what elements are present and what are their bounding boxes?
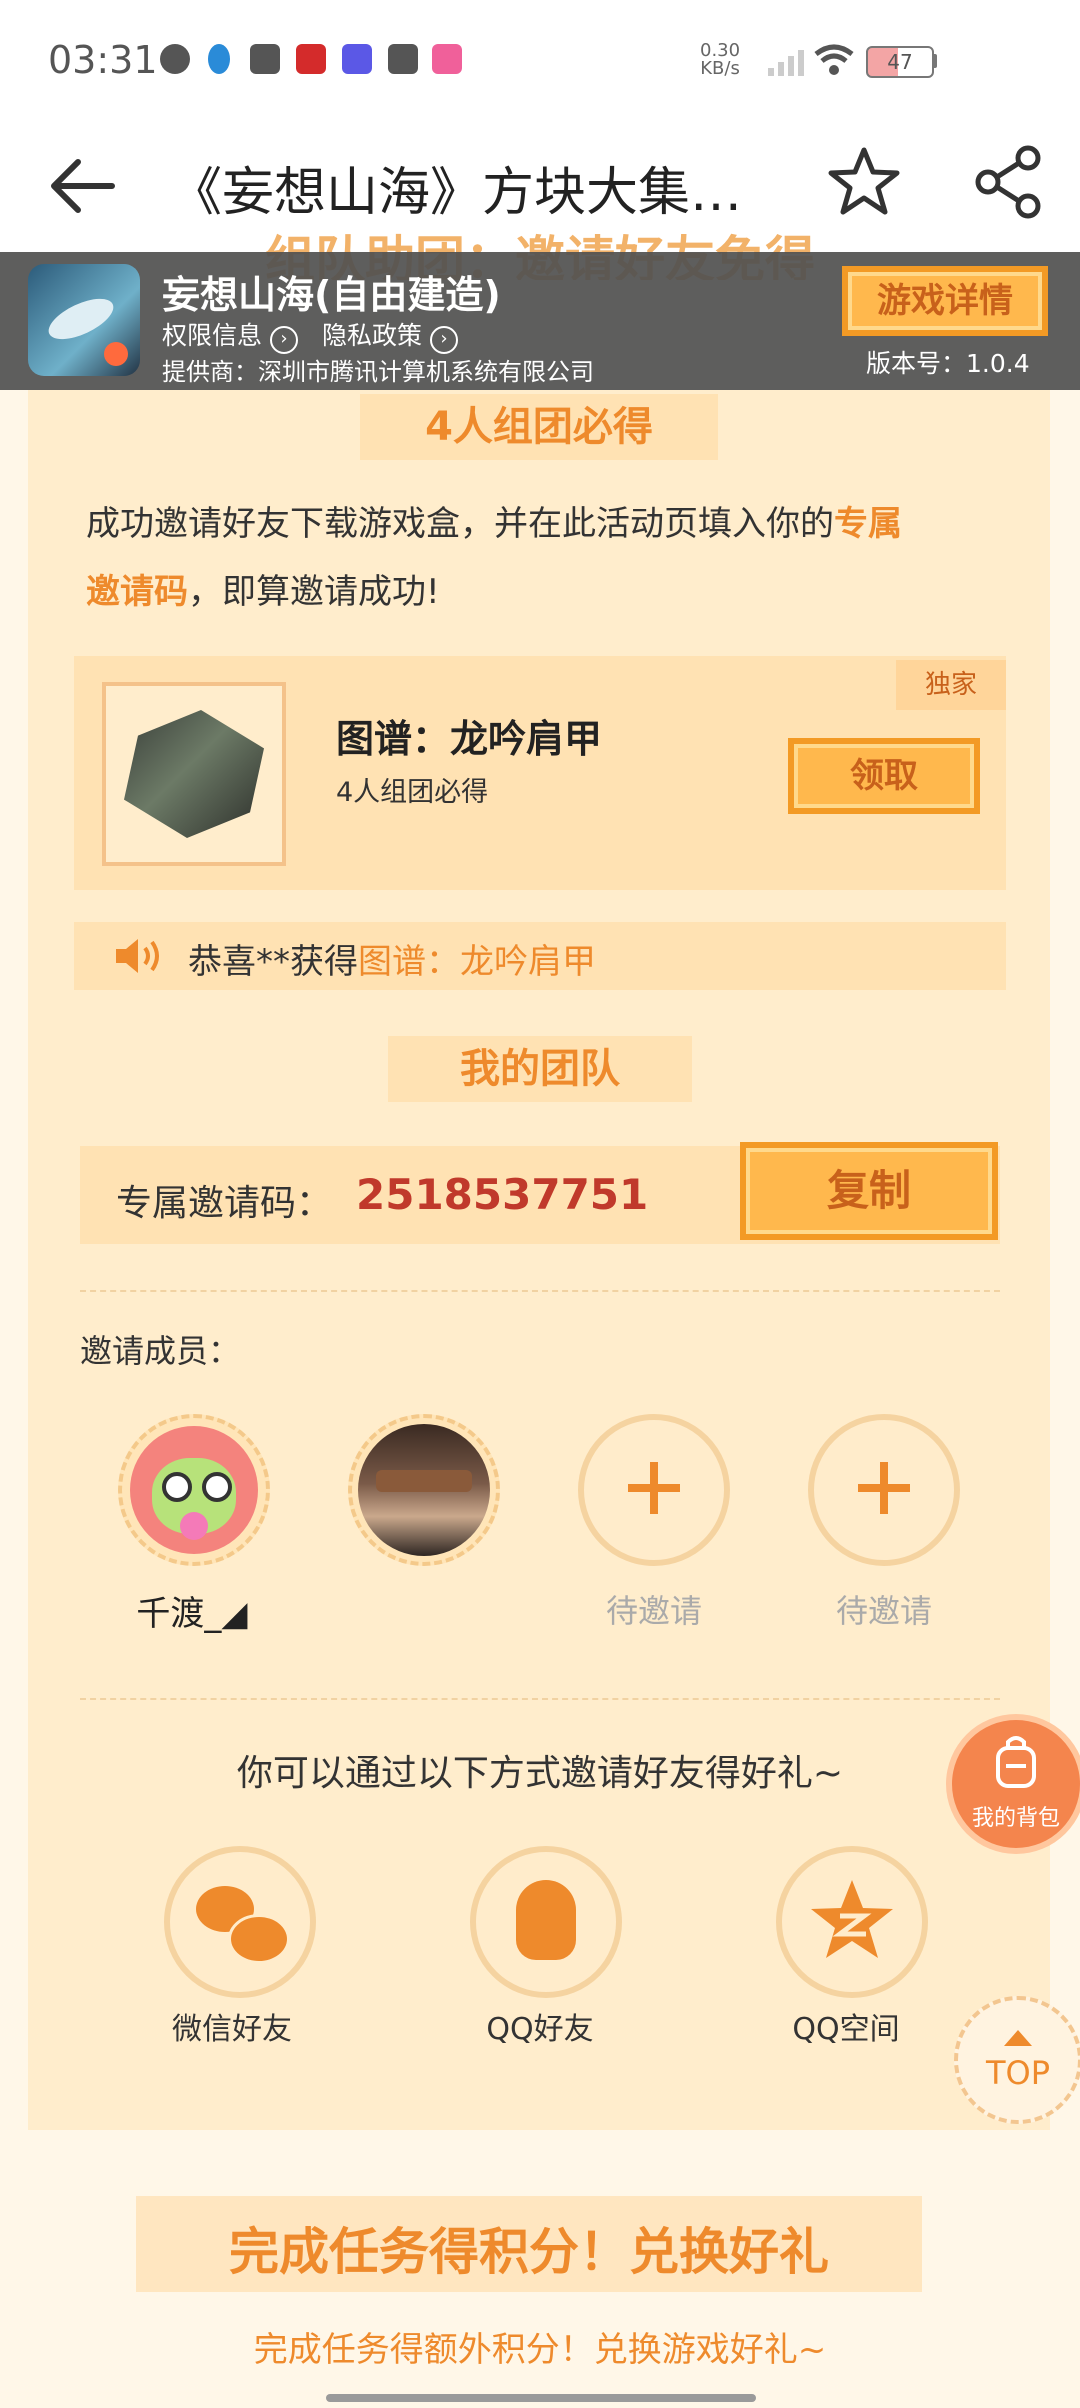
home-indicator bbox=[326, 2394, 756, 2402]
backpack-button[interactable]: 我的背包 bbox=[952, 1720, 1080, 1848]
play-icon bbox=[160, 44, 190, 74]
wifi-icon bbox=[814, 44, 854, 75]
chevron-right-icon: › bbox=[429, 326, 458, 354]
winner-ticker: 恭喜**获得图谱：龙吟肩甲 bbox=[74, 922, 1006, 990]
team-tag: 我的团队 bbox=[388, 1036, 692, 1102]
invite-description: 成功邀请好友下载游戏盒，并在此活动页填入你的专属 邀请码，即算邀请成功! bbox=[86, 504, 902, 612]
qzone-share-button[interactable] bbox=[776, 1846, 928, 1998]
video-icon bbox=[388, 44, 418, 74]
pending-invite-label: 待邀请 bbox=[835, 1592, 932, 1630]
candy-avatar[interactable] bbox=[118, 1414, 270, 1566]
star-icon[interactable] bbox=[826, 144, 902, 220]
copy-button[interactable]: 复制 bbox=[740, 1142, 998, 1240]
qidian-icon bbox=[296, 44, 326, 74]
privacy-link[interactable]: 隐私政策 › bbox=[322, 316, 458, 354]
game-icon[interactable] bbox=[28, 264, 140, 376]
version-text: 版本号：1.0.4 bbox=[866, 349, 1030, 378]
divider bbox=[80, 1290, 1000, 1292]
battery-icon: 47 bbox=[866, 46, 934, 78]
permission-link[interactable]: 权限信息 › bbox=[162, 316, 298, 354]
portrait-avatar[interactable] bbox=[348, 1414, 500, 1566]
share-icon[interactable] bbox=[972, 144, 1044, 220]
tasks-subtitle: 完成任务得额外积分！兑换游戏好礼~ bbox=[253, 2330, 827, 2370]
speaker-icon bbox=[116, 939, 159, 973]
claim-button[interactable]: 领取 bbox=[788, 738, 980, 814]
message-icon bbox=[250, 44, 280, 74]
reward-image bbox=[102, 682, 286, 866]
ticker-text: 恭喜**获得图谱：龙吟肩甲 bbox=[188, 942, 596, 982]
battery-tip bbox=[932, 54, 937, 68]
share-label: QQ好友 bbox=[486, 2012, 594, 2047]
reward-subtitle: 4人组团必得 bbox=[336, 777, 489, 808]
invite-slot-4[interactable] bbox=[808, 1414, 960, 1566]
signal-icon bbox=[768, 50, 804, 76]
status-time: 03:31 bbox=[48, 38, 158, 82]
section-tag: 4人组团必得 bbox=[360, 394, 718, 460]
divider bbox=[80, 1698, 1000, 1700]
reward-title: 图谱：龙吟肩甲 bbox=[336, 717, 603, 761]
game-info-bar: 妄想山海(自由建造) 权限信息 › 隐私政策 › 提供商：深圳市腾讯计算机系统有… bbox=[0, 252, 1080, 390]
battery-level: 47 bbox=[887, 50, 913, 74]
exclusive-badge: 独家 bbox=[896, 660, 1006, 710]
canva-icon bbox=[342, 44, 372, 74]
tasks-title-banner: 完成任务得积分！兑换好礼 bbox=[136, 2196, 922, 2292]
share-prompt: 你可以通过以下方式邀请好友得好礼~ bbox=[236, 1753, 844, 1794]
invite-code-row: 专属邀请码： 2518537751 复制 bbox=[80, 1142, 1000, 1244]
invite-code-value: 2518537751 bbox=[356, 1170, 649, 1219]
app-icon bbox=[432, 44, 462, 74]
wechat-share-button[interactable] bbox=[164, 1846, 316, 1998]
qq-icon bbox=[208, 44, 230, 74]
top-label: TOP bbox=[985, 2054, 1051, 2092]
game-name: 妄想山海(自由建造) bbox=[162, 273, 501, 317]
qq-share-button[interactable] bbox=[470, 1846, 622, 1998]
game-detail-button[interactable]: 游戏详情 bbox=[842, 266, 1048, 336]
share-label: QQ空间 bbox=[792, 2012, 900, 2047]
chevron-right-icon: › bbox=[269, 326, 298, 354]
page-title: 《妄想山海》方块大集… bbox=[170, 163, 743, 223]
scroll-top-button[interactable]: TOP bbox=[954, 1996, 1080, 2124]
invite-slot-3[interactable] bbox=[578, 1414, 730, 1566]
invite-code-label: 专属邀请码： bbox=[116, 1183, 333, 1224]
share-label: 微信好友 bbox=[172, 2012, 292, 2047]
reward-card: 独家 图谱：龙吟肩甲 4人组团必得 领取 bbox=[74, 656, 1006, 890]
backpack-icon bbox=[996, 1736, 1036, 1788]
members-label: 邀请成员： bbox=[80, 1332, 241, 1370]
qq-icon bbox=[516, 1880, 576, 1960]
arrow-up-icon bbox=[1004, 2030, 1032, 2046]
status-bar: 03:31 0.30 KB/s 47 bbox=[0, 0, 1080, 120]
qzone-icon bbox=[811, 1880, 893, 1958]
backpack-label: 我的背包 bbox=[971, 1806, 1060, 1831]
back-arrow-icon[interactable] bbox=[48, 154, 118, 218]
provider-text: 提供商：深圳市腾讯计算机系统有限公司 bbox=[162, 358, 594, 386]
net-speed: 0.30 KB/s bbox=[700, 40, 741, 79]
pending-invite-label: 待邀请 bbox=[605, 1592, 702, 1630]
member-name: 千渡_◢ bbox=[136, 1594, 248, 1634]
tasks-title: 完成任务得积分！兑换好礼 bbox=[229, 2223, 829, 2281]
